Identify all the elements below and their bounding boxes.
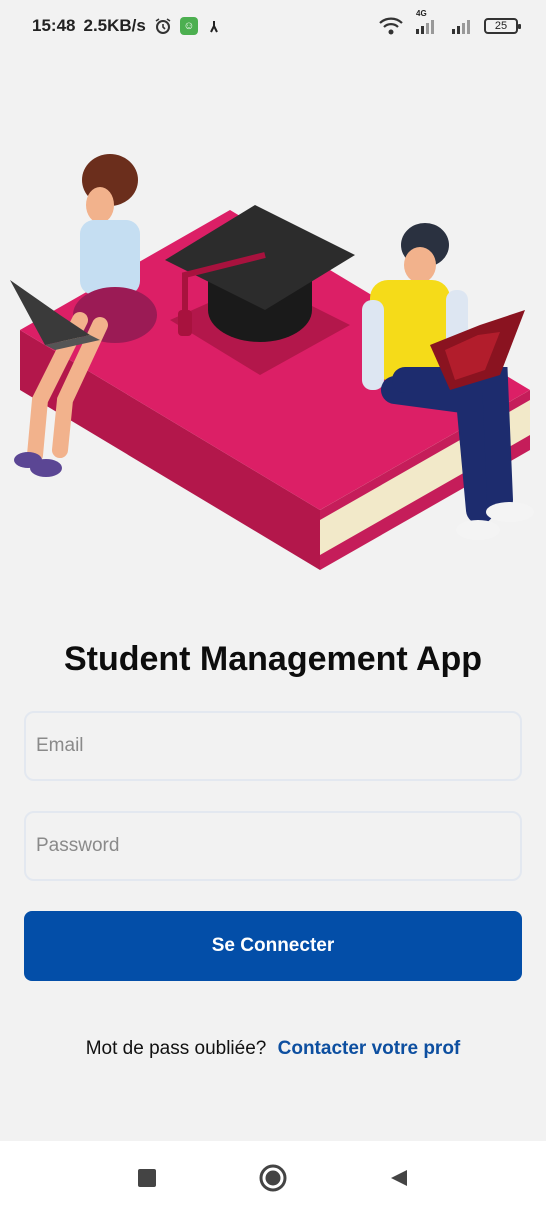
battery-icon: 25 xyxy=(484,18,521,34)
students-book-illustration xyxy=(10,154,534,570)
status-bar: 15:48 2.5KB/s ☺ 4G 25 xyxy=(0,0,546,52)
email-field[interactable] xyxy=(24,711,522,781)
signal-icon xyxy=(450,17,474,35)
status-left: 15:48 2.5KB/s ☺ xyxy=(32,16,222,36)
recent-apps-icon[interactable] xyxy=(127,1158,167,1198)
network-label: 4G xyxy=(416,9,427,18)
alarm-icon xyxy=(154,17,172,35)
status-time: 15:48 xyxy=(32,16,76,35)
contact-teacher-link[interactable]: Contacter votre prof xyxy=(278,1038,461,1059)
page-title: Student Management App xyxy=(63,640,483,678)
battery-level: 25 xyxy=(494,20,508,32)
app-icon: ☺ xyxy=(179,17,198,35)
forgot-password-row: Mot de pass oubliée? Contacter votre pro… xyxy=(0,1038,546,1060)
status-right: 4G 25 xyxy=(378,9,521,36)
navigation-bar xyxy=(0,1141,546,1214)
wifi-icon xyxy=(378,16,404,36)
status-speed: 2.5KB/s xyxy=(83,16,146,35)
login-button[interactable]: Se Connecter xyxy=(24,911,522,981)
forgot-text: Mot de pass oubliée? xyxy=(85,1038,267,1059)
password-field[interactable] xyxy=(24,811,522,881)
app-icon xyxy=(206,18,222,34)
signal-icon: 4G xyxy=(414,9,440,35)
home-icon[interactable] xyxy=(253,1158,293,1198)
back-icon[interactable] xyxy=(379,1158,419,1198)
